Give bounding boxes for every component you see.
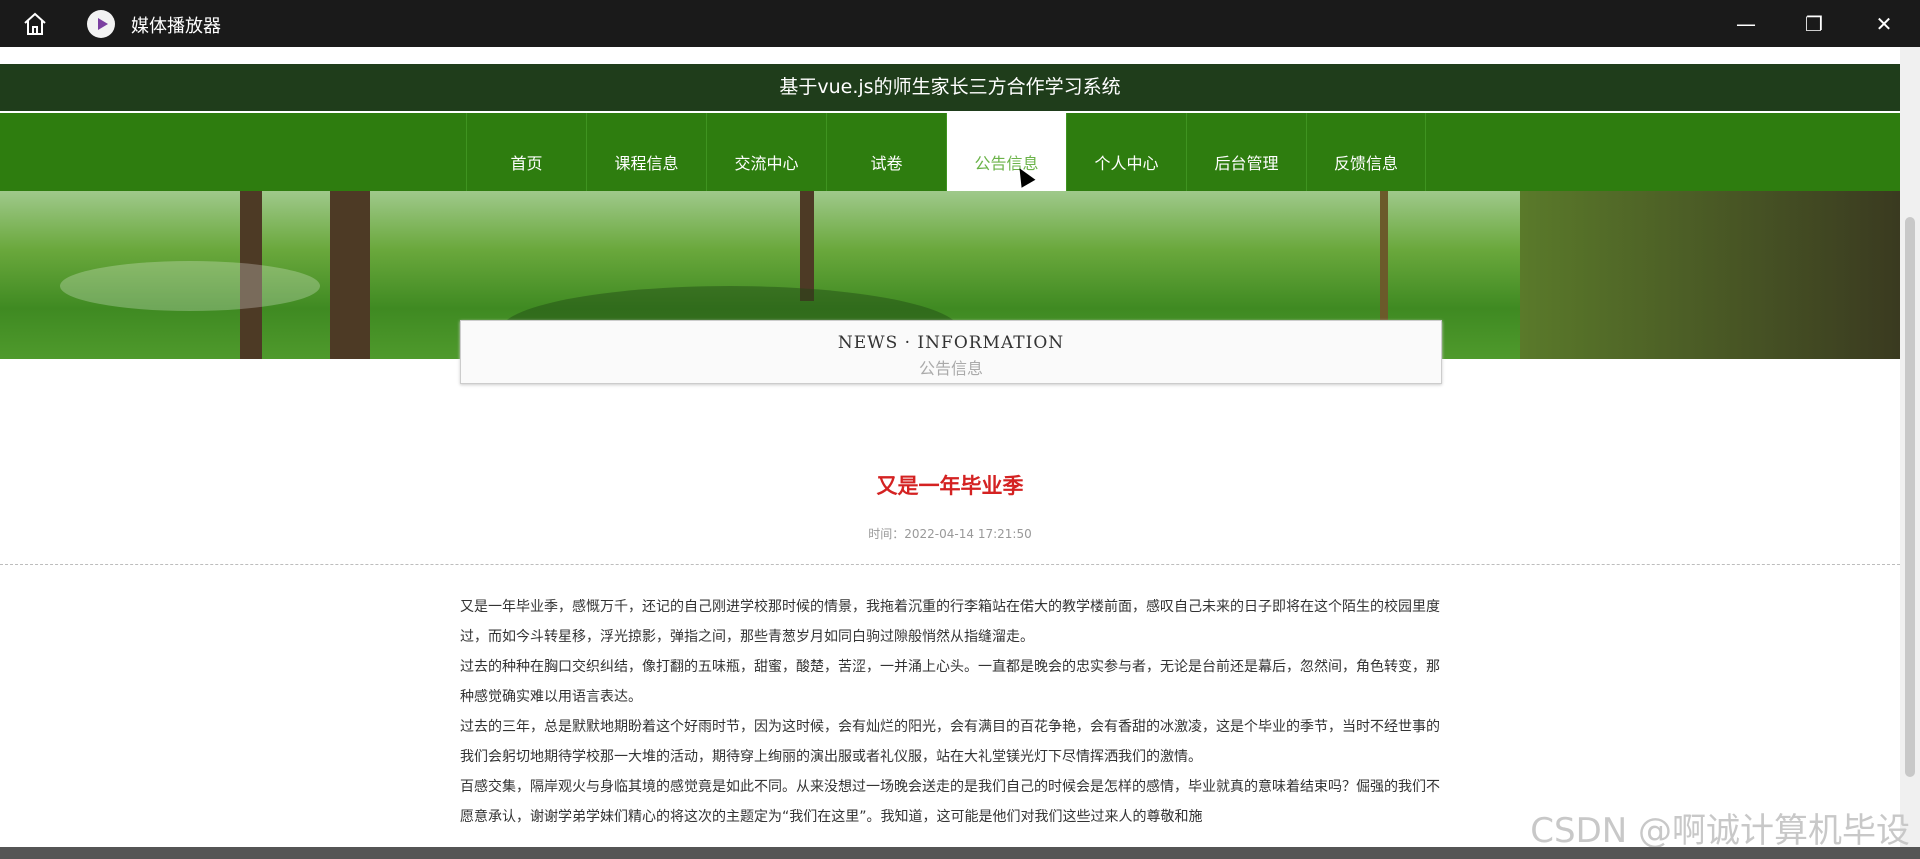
minimize-icon: —	[1736, 11, 1756, 36]
page-scrollbar[interactable]	[1900, 47, 1920, 859]
restore-button[interactable]: ❐	[1780, 0, 1848, 47]
bottom-edge	[0, 847, 1920, 859]
watermark: CSDN @啊诚计算机毕设	[1530, 811, 1910, 851]
nav-item-profile[interactable]: 个人中心	[1066, 113, 1186, 191]
article-body: 又是一年毕业季，感慨万千，还记的自己刚进学校那时候的情景，我拖着沉重的行李箱站在…	[460, 592, 1440, 832]
nav-item-courses[interactable]: 课程信息	[586, 113, 706, 191]
nav-item-admin[interactable]: 后台管理	[1186, 113, 1306, 191]
banner-bamboo	[1520, 191, 1900, 359]
article-paragraph: 百感交集，隔岸观火与身临其境的感觉竟是如此不同。从来没想过一场晚会送走的是我们自…	[460, 779, 1440, 825]
article-title: 又是一年毕业季	[876, 474, 1024, 498]
media-player-icon	[87, 10, 115, 38]
section-title-cn: 公告信息	[918, 359, 983, 378]
nav-item-home[interactable]: 首页	[466, 113, 586, 191]
nav-item-announcements[interactable]: 公告信息	[946, 113, 1066, 191]
close-icon: ✕	[1875, 11, 1893, 36]
banner-light	[60, 261, 320, 311]
restore-icon: ❐	[1805, 11, 1823, 36]
minimize-button[interactable]: —	[1712, 0, 1780, 47]
banner-tree	[330, 191, 370, 359]
site-title: 基于vue.js的师生家长三方合作学习系统	[0, 64, 1900, 111]
web-page: 基于vue.js的师生家长三方合作学习系统 首页 课程信息 交流中心 试卷 公告…	[0, 47, 1900, 859]
nav-item-forum[interactable]: 交流中心	[706, 113, 826, 191]
banner-tree	[800, 191, 814, 301]
nav-item-exams[interactable]: 试卷	[826, 113, 946, 191]
section-title-en: NEWS · INFORMATION	[837, 333, 1065, 353]
divider	[0, 564, 1900, 565]
article-paragraph: 又是一年毕业季，感慨万千，还记的自己刚进学校那时候的情景，我拖着沉重的行李箱站在…	[460, 599, 1440, 645]
home-icon[interactable]	[22, 11, 48, 37]
nav-item-feedback[interactable]: 反馈信息	[1306, 113, 1426, 191]
article-paragraph: 过去的种种在胸口交织纠结，像打翻的五味瓶，甜蜜，酸楚，苦涩，一并涌上心头。一直都…	[460, 659, 1440, 705]
window-titlebar: 媒体播放器 — ❐ ✕	[0, 0, 1920, 47]
window-title: 媒体播放器	[131, 16, 221, 37]
main-nav: 首页 课程信息 交流中心 试卷 公告信息 个人中心 后台管理 反馈信息	[0, 113, 1900, 191]
article-meta: 时间：2022-04-14 17:21:50	[868, 527, 1032, 541]
section-heading: NEWS · INFORMATION 公告信息	[460, 320, 1442, 384]
close-button[interactable]: ✕	[1850, 0, 1918, 47]
article-paragraph: 过去的三年，总是默默地期盼着这个好雨时节，因为这时候，会有灿烂的阳光，会有满目的…	[460, 719, 1440, 765]
scrollbar-thumb[interactable]	[1905, 217, 1915, 777]
